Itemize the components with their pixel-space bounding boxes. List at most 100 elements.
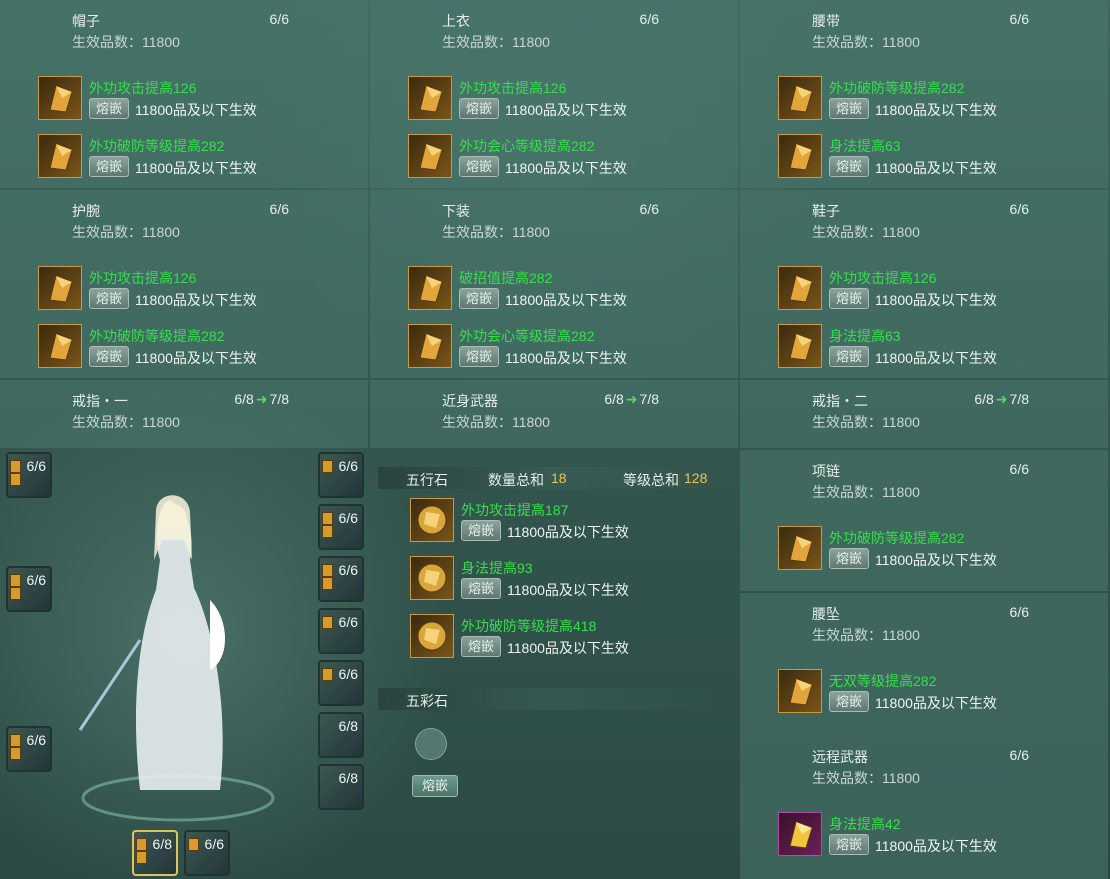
- equipment-slot[interactable]: 6/6: [6, 726, 52, 772]
- slot-name: 帽子: [72, 13, 100, 29]
- melt-inlay-button[interactable]: 熔嵌: [459, 346, 499, 367]
- equipment-slot[interactable]: 6/6: [318, 452, 364, 498]
- slot-name: 护腕: [72, 203, 100, 219]
- slot-name: 鞋子: [812, 203, 840, 219]
- melt-inlay-button[interactable]: 熔嵌: [829, 548, 869, 569]
- gem-icon[interactable]: [38, 134, 82, 178]
- gem-icon[interactable]: [778, 266, 822, 310]
- wuxing-header: 五行石 数量总和 18 等级总和 128: [378, 467, 720, 489]
- gem-name: 无双等级提高282: [829, 673, 937, 689]
- melt-inlay-button[interactable]: 熔嵌: [89, 346, 129, 367]
- melt-inlay-button[interactable]: 熔嵌: [829, 98, 869, 119]
- gem-icon[interactable]: [408, 134, 452, 178]
- equipment-slot[interactable]: 6/6: [318, 556, 364, 602]
- equipment-slot[interactable]: 6/6: [6, 452, 52, 498]
- gem-icon[interactable]: [38, 266, 82, 310]
- gem-name: 外功会心等级提高282: [459, 138, 595, 154]
- equipment-slot[interactable]: 6/8: [318, 712, 364, 758]
- melt-inlay-button[interactable]: 熔嵌: [412, 775, 458, 797]
- gem-row: 外功破防等级提高282 熔嵌 11800品及以下生效: [38, 134, 380, 184]
- panel-ring-1: 戒指・一 6/8 ➜ 7/8 生效品数：11800: [0, 380, 368, 448]
- melt-inlay-button[interactable]: 熔嵌: [829, 691, 869, 712]
- gem-row: 外功攻击提高126 熔嵌 11800品及以下生效: [38, 266, 380, 316]
- gem-name: 身法提高63: [829, 328, 901, 344]
- melt-inlay-button[interactable]: 熔嵌: [829, 288, 869, 309]
- gem-icon[interactable]: [778, 134, 822, 178]
- character-model: [78, 495, 275, 830]
- slot-count: 6/6: [26, 732, 46, 748]
- gem-icon[interactable]: [778, 812, 822, 856]
- gem-name: 外功攻击提高187: [461, 502, 569, 518]
- gem-icon[interactable]: [778, 76, 822, 120]
- gem-mini-icon: [10, 587, 21, 600]
- gem-icon[interactable]: [778, 526, 822, 570]
- slot-count: 6/6: [26, 458, 46, 474]
- equipment-slot[interactable]: 6/8: [318, 764, 364, 810]
- equipment-slot[interactable]: 6/6: [6, 566, 52, 612]
- panel-top: 上衣 6/6 生效品数：11800 外功攻击提高126 熔嵌 11800品及以下…: [370, 0, 738, 188]
- equipment-slot[interactable]: 6/6: [318, 504, 364, 550]
- wuxing-stone-icon[interactable]: [410, 556, 454, 600]
- gem-icon[interactable]: [778, 324, 822, 368]
- slot-count: 6/8 ➜ 7/8: [604, 391, 659, 407]
- slot-count: 6/6: [338, 458, 358, 474]
- panel-hat: 帽子 6/6 生效品数：11800 外功攻击提高126 熔嵌 11800品及以下…: [0, 0, 368, 188]
- wuxing-stone-icon[interactable]: [410, 614, 454, 658]
- quality-text: 生效品数：11800: [812, 224, 920, 240]
- equipment-slot[interactable]: 6/6: [318, 660, 364, 706]
- gem-effect-text: 11800品及以下生效: [875, 838, 997, 854]
- slot-count: 6/6: [1009, 201, 1029, 217]
- quality-text: 生效品数：11800: [72, 414, 180, 430]
- gem-mini-icon: [10, 473, 21, 486]
- melt-inlay-button[interactable]: 熔嵌: [459, 288, 499, 309]
- gem-effect-text: 11800品及以下生效: [135, 102, 257, 118]
- panel-bracer: 护腕 6/6 生效品数：11800 外功攻击提高126 熔嵌 11800品及以下…: [0, 190, 368, 378]
- colorful-stone-slot-icon[interactable]: [415, 728, 447, 760]
- wuxing-gem-row: 外功攻击提高187 熔嵌 11800品及以下生效: [410, 498, 752, 548]
- melt-inlay-button[interactable]: 熔嵌: [461, 520, 501, 541]
- gem-mini-icon: [322, 616, 333, 629]
- gem-icon[interactable]: [38, 76, 82, 120]
- melt-inlay-button[interactable]: 熔嵌: [89, 98, 129, 119]
- gem-icon[interactable]: [408, 266, 452, 310]
- slot-count: 6/6: [639, 201, 659, 217]
- melt-inlay-button[interactable]: 熔嵌: [89, 156, 129, 177]
- slot-count: 6/8: [338, 718, 358, 734]
- slot-count: 6/6: [338, 666, 358, 682]
- wucai-title: 五彩石: [406, 693, 448, 709]
- melt-inlay-button[interactable]: 熔嵌: [459, 98, 499, 119]
- quality-text: 生效品数：11800: [72, 224, 180, 240]
- quality-text: 生效品数：11800: [812, 627, 920, 643]
- quality-text: 生效品数：11800: [72, 34, 180, 50]
- equipment-slot[interactable]: 6/6: [184, 830, 230, 876]
- gem-icon[interactable]: [408, 76, 452, 120]
- melt-inlay-button[interactable]: 熔嵌: [89, 288, 129, 309]
- gem-icon[interactable]: [778, 669, 822, 713]
- gem-icon[interactable]: [408, 324, 452, 368]
- gem-mini-icon: [322, 564, 333, 577]
- wuxing-stone-icon[interactable]: [410, 498, 454, 542]
- equipment-slot[interactable]: 6/6: [318, 608, 364, 654]
- melt-inlay-button[interactable]: 熔嵌: [829, 156, 869, 177]
- gem-name: 身法提高42: [829, 816, 901, 832]
- melt-inlay-button[interactable]: 熔嵌: [459, 156, 499, 177]
- gem-mini-icon: [322, 668, 333, 681]
- panel-shoes: 鞋子 6/6 生效品数：11800 外功攻击提高126 熔嵌 11800品及以下…: [740, 190, 1108, 378]
- gem-name: 外功破防等级提高418: [461, 618, 597, 634]
- gem-mini-icon: [136, 851, 147, 864]
- gem-name: 外功攻击提高126: [459, 80, 567, 96]
- slot-count: 6/8: [338, 770, 358, 786]
- gem-icon[interactable]: [38, 324, 82, 368]
- melt-inlay-button[interactable]: 熔嵌: [829, 834, 869, 855]
- gem-row: 外功破防等级提高282 熔嵌 11800品及以下生效: [778, 76, 1110, 126]
- melt-inlay-button[interactable]: 熔嵌: [461, 578, 501, 599]
- equipment-slot-selected[interactable]: 6/8: [132, 830, 178, 876]
- panel-ranged-weapon: 远程武器 6/6 生效品数：11800 身法提高42 熔嵌 11800品及以下生…: [740, 736, 1108, 879]
- melt-inlay-button[interactable]: 熔嵌: [461, 636, 501, 657]
- quality-text: 生效品数：11800: [812, 770, 920, 786]
- slot-count: 6/6: [338, 562, 358, 578]
- melt-inlay-button[interactable]: 熔嵌: [829, 346, 869, 367]
- wucai-header: 五彩石: [378, 688, 720, 710]
- slot-name: 腰坠: [812, 606, 840, 622]
- gem-mini-icon: [188, 838, 199, 851]
